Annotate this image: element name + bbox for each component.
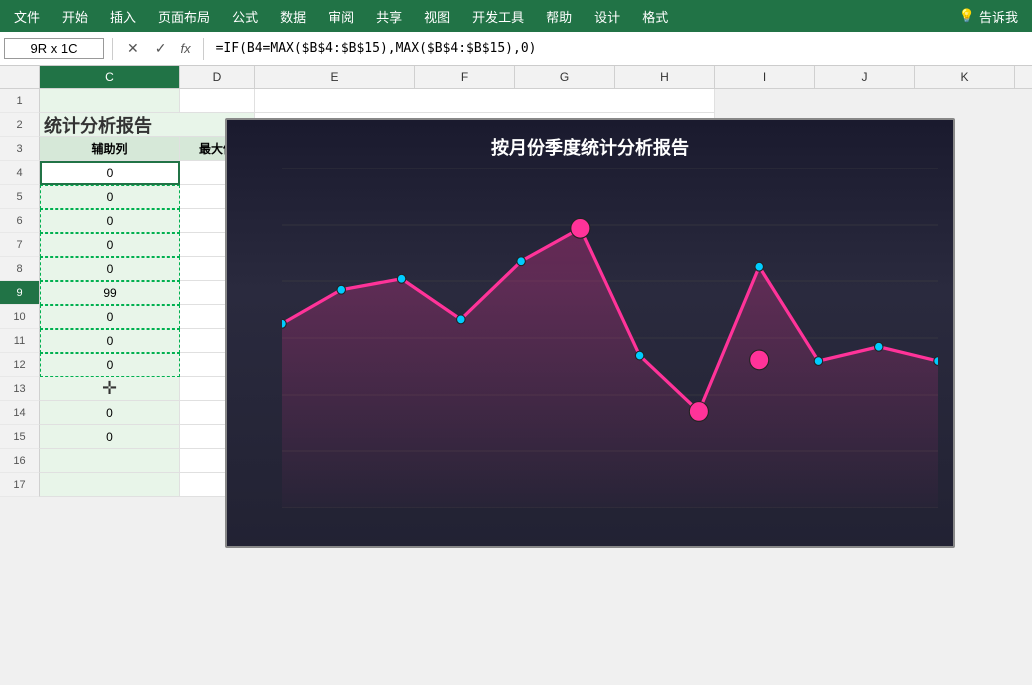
menu-share[interactable]: 共享 [366, 3, 412, 30]
row-num-17: 17 [0, 473, 40, 497]
col-header-d[interactable]: D [180, 66, 255, 88]
menu-start[interactable]: 开始 [52, 3, 98, 30]
menu-page-layout[interactable]: 页面布局 [148, 3, 220, 30]
cell-c16[interactable] [40, 449, 180, 473]
chart-svg: 0 20 40 60 80 100 120 [282, 168, 938, 508]
row-num-12: 12 [0, 353, 40, 377]
col-header-j[interactable]: J [815, 66, 915, 88]
table-row: 1 [0, 89, 1032, 113]
menu-data[interactable]: 数据 [270, 3, 316, 30]
corner-cell [0, 66, 40, 88]
formula-bar: ✕ ✓ fx [0, 32, 1032, 66]
cell-c3[interactable]: 辅助列 [40, 137, 180, 161]
menu-format[interactable]: 格式 [632, 3, 678, 30]
cell-d1[interactable] [180, 89, 255, 113]
chart-inner: 按月份季度统计分析报告 0 20 40 60 80 100 120 [227, 120, 953, 546]
col-header-f[interactable]: F [415, 66, 515, 88]
col-header-k[interactable]: K [915, 66, 1015, 88]
menu-devtools[interactable]: 开发工具 [462, 3, 534, 30]
row-num-9: 9 [0, 281, 40, 305]
cell-c11[interactable]: 0 [40, 329, 180, 353]
row-num-6: 6 [0, 209, 40, 233]
cell-c2[interactable]: 统计分析报告 [40, 113, 255, 137]
menu-design[interactable]: 设计 [584, 3, 630, 30]
menu-view[interactable]: 视图 [414, 3, 460, 30]
lightbulb-icon: 💡 [959, 8, 975, 24]
col-header-g[interactable]: G [515, 66, 615, 88]
row-num-2: 2 [0, 113, 40, 137]
row-num-13: 13 [0, 377, 40, 401]
cell-c5[interactable]: 0 [40, 185, 180, 209]
cell-c10[interactable]: 0 [40, 305, 180, 329]
col-header-e[interactable]: E [255, 66, 415, 88]
separator2 [203, 38, 204, 60]
cell-c17[interactable] [40, 473, 180, 497]
row-num-10: 10 [0, 305, 40, 329]
chart-title: 按月份季度统计分析报告 [227, 120, 953, 160]
row-num-15: 15 [0, 425, 40, 449]
name-box[interactable] [4, 38, 104, 59]
menu-bar: 文件 开始 插入 页面布局 公式 数据 审阅 共享 视图 开发工具 帮助 设计 … [0, 0, 1032, 32]
separator [112, 38, 113, 60]
cell-c6[interactable]: 0 [40, 209, 180, 233]
row-num-1: 1 [0, 89, 40, 113]
row-num-5: 5 [0, 185, 40, 209]
cell-c7[interactable]: 0 [40, 233, 180, 257]
menu-tell-me[interactable]: 💡 告诉我 [949, 3, 1028, 30]
confirm-btn[interactable]: ✓ [149, 38, 173, 59]
cell-e1[interactable] [255, 89, 715, 113]
cell-c9[interactable]: 99 [40, 281, 180, 305]
menu-insert[interactable]: 插入 [100, 3, 146, 30]
cell-c4[interactable]: 0 [40, 161, 180, 185]
cell-c12[interactable]: 0 [40, 353, 180, 377]
chart-container[interactable]: 按月份季度统计分析报告 0 20 40 60 80 100 120 [225, 118, 955, 548]
row-num-16: 16 [0, 449, 40, 473]
col-header-c[interactable]: C [40, 66, 180, 88]
menu-help[interactable]: 帮助 [536, 3, 582, 30]
cell-c14[interactable]: 0 [40, 401, 180, 425]
menu-review[interactable]: 审阅 [318, 3, 364, 30]
menu-file[interactable]: 文件 [4, 3, 50, 30]
menu-right-group: 💡 告诉我 [949, 3, 1028, 30]
cell-c15[interactable]: 0 [40, 425, 180, 449]
row-num-4: 4 [0, 161, 40, 185]
cell-c8[interactable]: 0 [40, 257, 180, 281]
cancel-btn[interactable]: ✕ [121, 38, 145, 59]
cell-c13[interactable]: ✛ [40, 377, 180, 401]
row-num-3: 3 [0, 137, 40, 161]
spreadsheet: C D E F G H I J K 1 2 统计分析报告 [0, 66, 1032, 685]
col-headers: C D E F G H I J K [0, 66, 1032, 89]
col-header-h[interactable]: H [615, 66, 715, 88]
cross-icon: ✛ [102, 378, 117, 399]
row-num-11: 11 [0, 329, 40, 353]
row-num-8: 8 [0, 257, 40, 281]
row-num-7: 7 [0, 233, 40, 257]
menu-formula[interactable]: 公式 [222, 3, 268, 30]
col-header-i[interactable]: I [715, 66, 815, 88]
fx-label: fx [176, 41, 194, 56]
formula-input[interactable] [212, 39, 1028, 58]
row-num-14: 14 [0, 401, 40, 425]
cell-c1[interactable] [40, 89, 180, 113]
